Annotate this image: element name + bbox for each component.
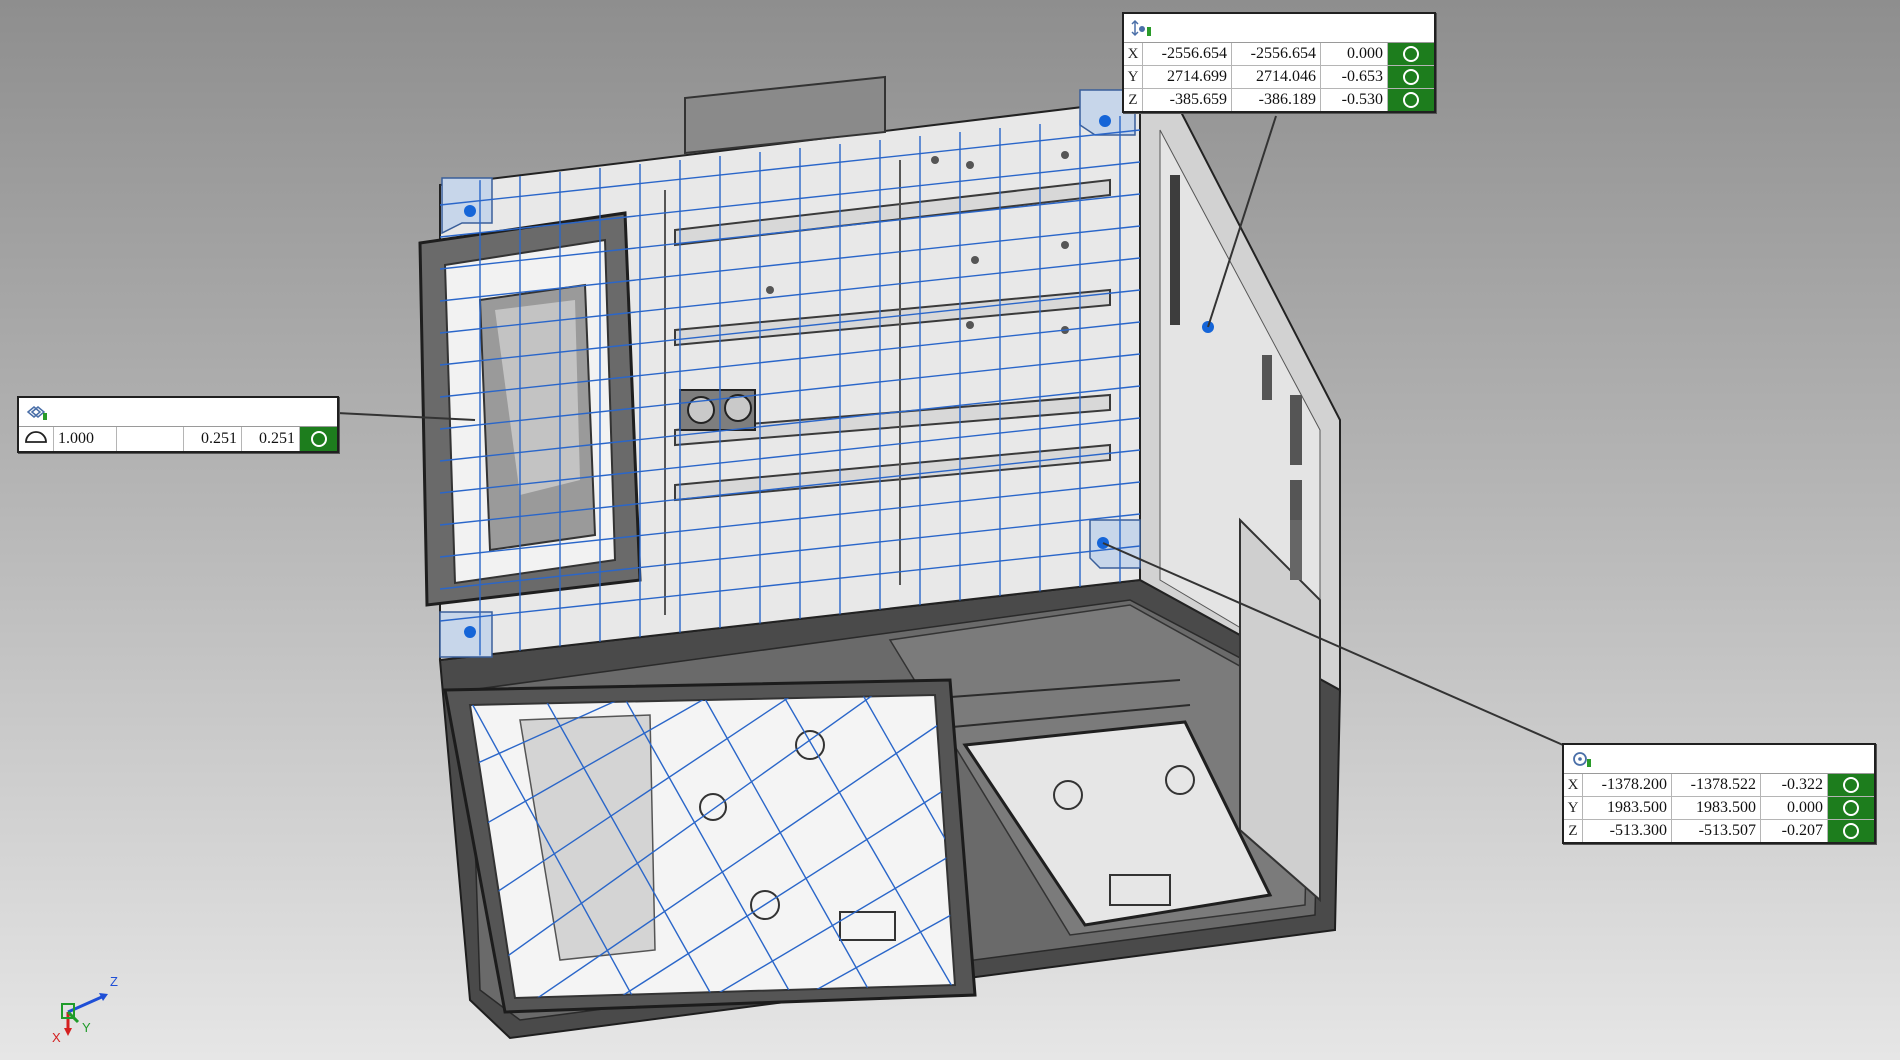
- point-deviation-icon: [1131, 19, 1151, 37]
- nominal-value: -386.189: [1232, 89, 1321, 111]
- half-circle-icon: [19, 427, 54, 451]
- callout-header: [19, 398, 337, 427]
- status-ok-icon: [1828, 797, 1874, 819]
- status-ok-icon: [1388, 66, 1434, 88]
- measured-value: -2556.654: [1143, 43, 1232, 65]
- tolerance-value: 1.000: [54, 427, 117, 451]
- status-ok-icon: [1828, 820, 1874, 842]
- flatness-callout[interactable]: 1.000 0.251 0.251: [17, 396, 339, 453]
- deviation-value: 0.000: [1761, 797, 1828, 819]
- z-axis-label: Z: [110, 974, 118, 989]
- table-row: Y 2714.699 2714.046 -0.653: [1124, 66, 1434, 89]
- axis-label: X: [1564, 774, 1583, 796]
- table-row: X -2556.654 -2556.654 0.000: [1124, 43, 1434, 66]
- measured-value: -385.659: [1143, 89, 1232, 111]
- deviation-value: -0.207: [1761, 820, 1828, 842]
- blank-value: [117, 427, 184, 451]
- nominal-value: -2556.654: [1232, 43, 1321, 65]
- status-ok-icon: [1828, 774, 1874, 796]
- y-axis-label: Y: [82, 1020, 91, 1035]
- axis-label: Z: [1124, 89, 1143, 111]
- measured-value: 2714.699: [1143, 66, 1232, 88]
- status-ok-icon: [1388, 89, 1434, 111]
- axis-label: Z: [1564, 820, 1583, 842]
- circle-callout-right[interactable]: X -1378.200 -1378.522 -0.322 Y 1983.500 …: [1562, 743, 1876, 844]
- x-axis-label: X: [52, 1030, 61, 1044]
- nominal-value: -1378.522: [1672, 774, 1761, 796]
- axis-label: Y: [1124, 66, 1143, 88]
- measured-value: 1983.500: [1583, 797, 1672, 819]
- callout-header: [1124, 14, 1434, 43]
- status-ok-icon: [300, 427, 337, 451]
- deviation-value: 0.000: [1321, 43, 1388, 65]
- axis-label: Y: [1564, 797, 1583, 819]
- measured-value: -1378.200: [1583, 774, 1672, 796]
- table-row: Z -385.659 -386.189 -0.530: [1124, 89, 1434, 111]
- table-row: Y 1983.500 1983.500 0.000: [1564, 797, 1874, 820]
- deviation-value: -0.322: [1761, 774, 1828, 796]
- deviation-value: -0.530: [1321, 89, 1388, 111]
- table-row: Z -513.300 -513.507 -0.207: [1564, 820, 1874, 842]
- table-row: X -1378.200 -1378.522 -0.322: [1564, 774, 1874, 797]
- cabinet-model[interactable]: [418, 75, 1342, 1040]
- point-callout-top[interactable]: X -2556.654 -2556.654 0.000 Y 2714.699 2…: [1122, 12, 1436, 113]
- axis-label: X: [1124, 43, 1143, 65]
- nominal-value: -513.507: [1672, 820, 1761, 842]
- nominal-value: 1983.500: [1672, 797, 1761, 819]
- flatness-icon: [26, 406, 47, 420]
- circle-position-icon: [1573, 752, 1591, 767]
- 3d-viewport[interactable]: [0, 0, 1900, 1060]
- callout-row: 1.000 0.251 0.251: [19, 427, 337, 451]
- deviation-value: 0.251: [242, 427, 300, 451]
- status-ok-icon: [1388, 43, 1434, 65]
- deviation-value: -0.653: [1321, 66, 1388, 88]
- measured-value: 0.251: [184, 427, 242, 451]
- axis-triad[interactable]: Z Y X: [52, 962, 132, 1044]
- callout-header: [1564, 745, 1874, 774]
- measured-value: -513.300: [1583, 820, 1672, 842]
- nominal-value: 2714.046: [1232, 66, 1321, 88]
